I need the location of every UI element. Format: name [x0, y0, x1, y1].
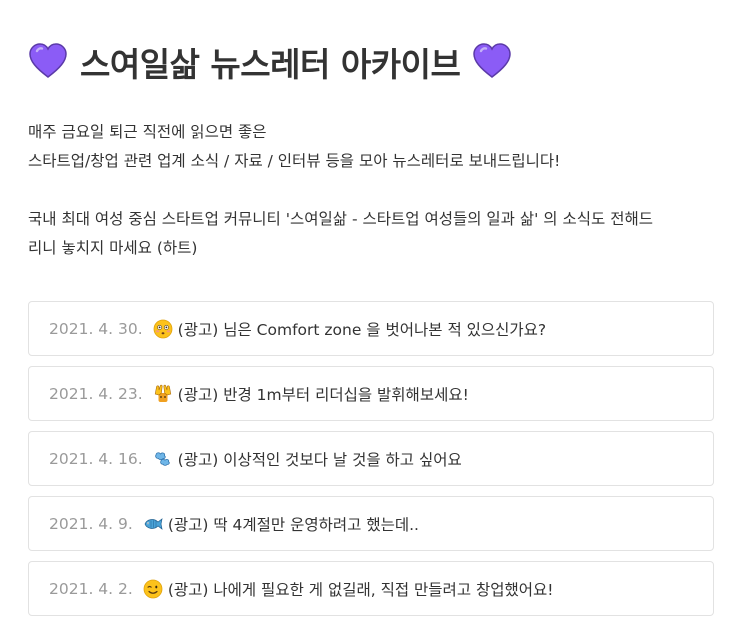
intro-line: 리니 놓치지 마세요 (하트)	[28, 239, 198, 257]
post-title: (광고) 나에게 필요한 게 없길래, 직접 만들려고 창업했어요!	[167, 580, 554, 599]
post-title: (광고) 님은 Comfort zone 을 벗어나본 적 있으신가요?	[177, 320, 547, 339]
post-item[interactable]: 2021. 4. 30. (광고) 님은 Comfort zone 을 벗어나본…	[28, 301, 714, 356]
post-date: 2021. 4. 2.	[49, 579, 133, 598]
raising-hands-icon	[153, 384, 173, 404]
fish-icon	[143, 514, 163, 534]
post-title: (광고) 딱 4계절만 운영하려고 했는데..	[167, 515, 419, 534]
flushed-face-icon	[153, 319, 173, 339]
post-title: (광고) 반경 1m부터 리더십을 발휘해보세요!	[177, 385, 469, 404]
dashing-away-icon	[153, 449, 173, 469]
purple-heart-icon	[28, 42, 68, 82]
post-item[interactable]: 2021. 4. 2. (광고) 나에게 필요한 게 없길래, 직접 만들려고 …	[28, 561, 714, 616]
intro-line: 스타트업/창업 관련 업계 소식 / 자료 / 인터뷰 등을 모아 뉴스레터로 …	[28, 152, 561, 170]
post-date: 2021. 4. 9.	[49, 514, 133, 533]
newsletter-archive-page: 스여일삶 뉴스레터 아카이브 매주 금요일 퇴근 직전에 읽으면 좋은 스타트업…	[28, 0, 714, 626]
intro-line: 국내 최대 여성 중심 스타트업 커뮤니티 '스여일삶 - 스타트업 여성들의 …	[28, 210, 653, 228]
post-item[interactable]: 2021. 4. 9. (광고) 딱 4계절만 운영하려고 했는데..	[28, 496, 714, 551]
post-date: 2021. 4. 23.	[49, 384, 143, 403]
purple-heart-icon	[472, 42, 512, 82]
intro-description: 매주 금요일 퇴근 직전에 읽으면 좋은 스타트업/창업 관련 업계 소식 / …	[28, 118, 714, 263]
post-title: (광고) 이상적인 것보다 날 것을 하고 싶어요	[177, 450, 462, 469]
post-date: 2021. 4. 30.	[49, 319, 143, 338]
page-title: 스여일삶 뉴스레터 아카이브	[28, 0, 714, 88]
page-title-text: 스여일삶 뉴스레터 아카이브	[80, 45, 461, 84]
post-item[interactable]: 2021. 4. 23. (광고) 반경 1m부터 리더십을 발휘해보세요!	[28, 366, 714, 421]
intro-line: 매주 금요일 퇴근 직전에 읽으면 좋은	[28, 123, 267, 141]
winking-face-icon	[143, 579, 163, 599]
post-item[interactable]: 2021. 4. 16. (광고) 이상적인 것보다 날 것을 하고 싶어요	[28, 431, 714, 486]
post-list: 2021. 4. 30. (광고) 님은 Comfort zone 을 벗어나본…	[28, 301, 714, 616]
post-date: 2021. 4. 16.	[49, 449, 143, 468]
